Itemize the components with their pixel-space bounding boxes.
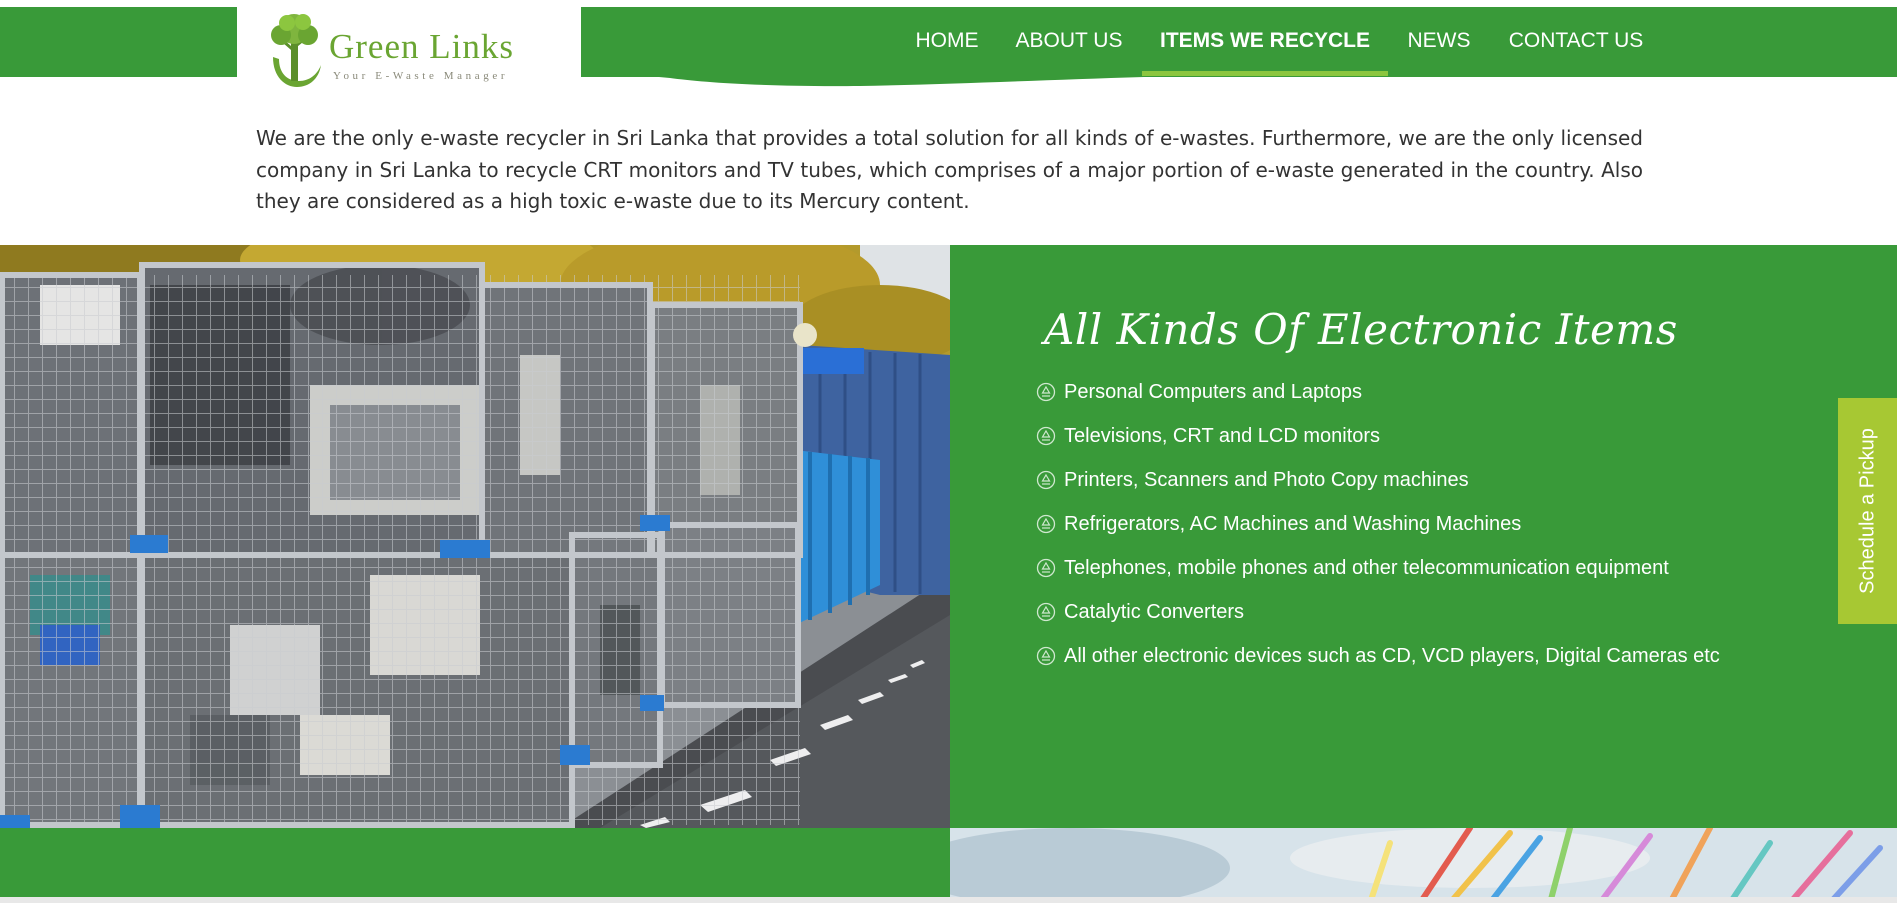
logo[interactable]: Green Links Your E-Waste Manager (237, 7, 581, 91)
brand-name: Green Links (329, 27, 514, 66)
header-top-strip (0, 0, 1897, 7)
nav-about-us[interactable]: ABOUT US (1006, 7, 1132, 75)
list-item-label: Telephones, mobile phones and other tele… (1064, 557, 1669, 579)
nav-home[interactable]: HOME (904, 7, 990, 75)
next-section-photo (950, 828, 1897, 903)
list-item: All other electronic devices such as CD,… (1036, 642, 1720, 686)
items-section-title: All Kinds Of Electronic Items (1044, 305, 1678, 354)
next-section-green-panel (0, 828, 950, 903)
recycle-icon (1036, 382, 1056, 402)
list-item: Telephones, mobile phones and other tele… (1036, 554, 1720, 598)
recycle-icon (1036, 602, 1056, 622)
recycle-icon (1036, 646, 1056, 666)
schedule-pickup-tab[interactable]: Schedule a Pickup (1838, 398, 1897, 624)
intro-paragraph: We are the only e-waste recycler in Sri … (256, 126, 1643, 213)
list-item-label: Refrigerators, AC Machines and Washing M… (1064, 513, 1522, 535)
recycling-cages-photo (0, 245, 950, 828)
recycle-icon (1036, 470, 1056, 490)
list-item: Printers, Scanners and Photo Copy machin… (1036, 466, 1720, 510)
list-item: Televisions, CRT and LCD monitors (1036, 422, 1720, 466)
nav-items-we-recycle[interactable]: ITEMS WE RECYCLE (1142, 7, 1388, 76)
nav-news[interactable]: NEWS (1400, 7, 1478, 75)
nav-contact-us[interactable]: CONTACT US (1502, 7, 1650, 75)
list-item-label: Catalytic Converters (1064, 601, 1245, 623)
recycle-icon (1036, 558, 1056, 578)
brand-tagline: Your E-Waste Manager (333, 70, 509, 82)
list-item-label: Televisions, CRT and LCD monitors (1064, 425, 1381, 447)
active-nav-underline (1142, 71, 1388, 76)
recycle-icon (1036, 514, 1056, 534)
page: Green Links Your E-Waste Manager HOME AB… (0, 0, 1897, 903)
recycle-icon (1036, 426, 1056, 446)
items-panel: All Kinds Of Electronic Items Personal C… (950, 245, 1897, 828)
bottom-edge (0, 897, 1897, 903)
tree-icon (271, 14, 321, 87)
list-item: Personal Computers and Laptops (1036, 378, 1720, 422)
list-item: Catalytic Converters (1036, 598, 1720, 642)
nav-items-we-recycle-label: ITEMS WE RECYCLE (1159, 29, 1370, 52)
list-item-label: All other electronic devices such as CD,… (1064, 645, 1720, 667)
schedule-pickup-label: Schedule a Pickup (1856, 428, 1878, 594)
items-list: Personal Computers and Laptops Televisio… (1036, 378, 1720, 686)
list-item-label: Personal Computers and Laptops (1064, 381, 1362, 403)
list-item: Refrigerators, AC Machines and Washing M… (1036, 510, 1720, 554)
list-item-label: Printers, Scanners and Photo Copy machin… (1064, 469, 1469, 491)
